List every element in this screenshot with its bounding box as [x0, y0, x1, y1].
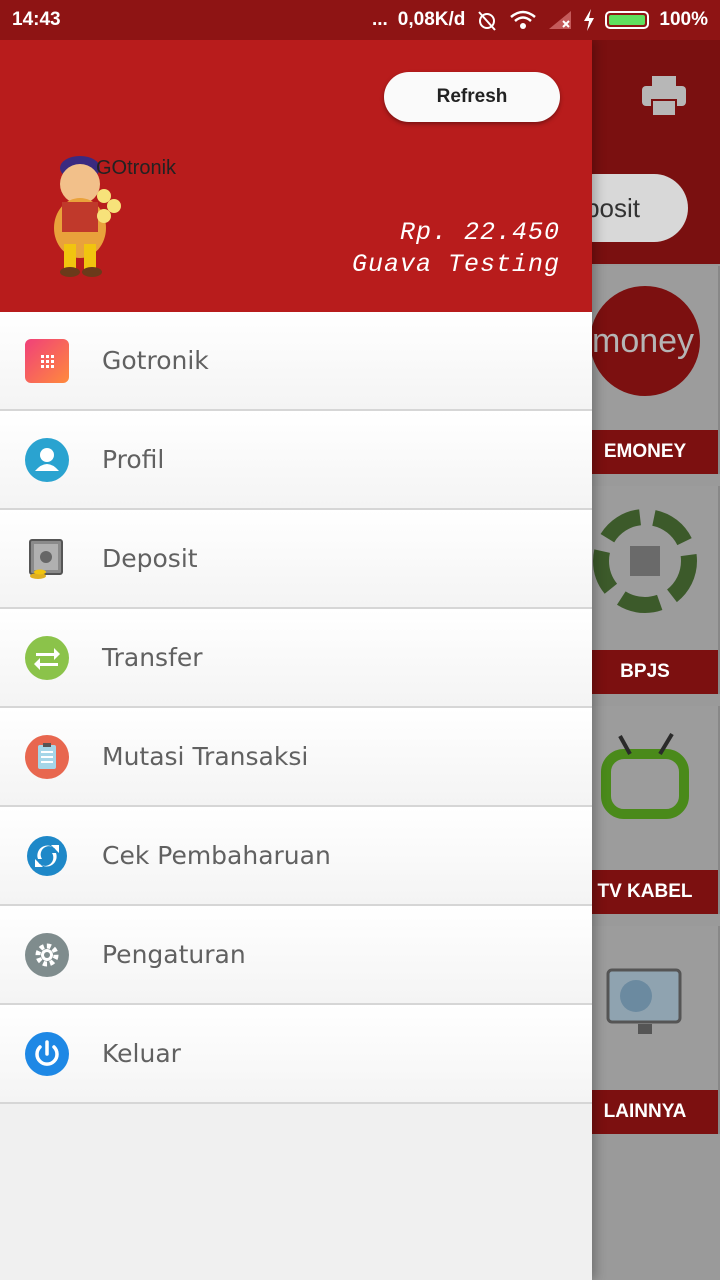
tv-kabel-card-label: TV KABEL	[572, 870, 718, 914]
menu-item-profil[interactable]: Profil	[0, 411, 592, 510]
menu-label: Deposit	[102, 544, 198, 573]
status-icons: ... 0,08K/d 100%	[372, 8, 708, 32]
status-bar: 14:43 ... 0,08K/d 100%	[0, 0, 720, 40]
menu-label: Mutasi Transaksi	[102, 742, 309, 771]
menu-item-keluar[interactable]: Keluar	[0, 1005, 592, 1104]
menu-item-pengaturan[interactable]: Pengaturan	[0, 906, 592, 1005]
lainnya-card[interactable]: LAINNYA	[572, 926, 720, 1134]
refresh-button[interactable]: Refresh	[384, 72, 560, 122]
status-time: 14:43	[12, 9, 61, 30]
epay-icon	[606, 968, 682, 1034]
drawer-header: Refresh GOtronik Rp. 22.450 Guava Testin…	[0, 40, 592, 312]
user-icon	[25, 437, 69, 482]
menu-label: Profil	[102, 445, 165, 474]
transfer-icon	[25, 635, 69, 680]
tv-kabel-card[interactable]: TV KABEL	[572, 706, 720, 914]
emoney-card[interactable]: money EMONEY	[572, 266, 720, 474]
charging-icon	[584, 9, 595, 31]
emoney-logo: money	[590, 286, 700, 396]
grid-icon	[25, 338, 69, 383]
menu-item-deposit[interactable]: Deposit	[0, 510, 592, 609]
menu-label: Gotronik	[102, 346, 209, 375]
signal-icon	[549, 11, 572, 29]
menu-label: Cek Pembaharuan	[102, 841, 331, 870]
menu-label: Transfer	[102, 643, 203, 672]
menu-label: Keluar	[102, 1039, 181, 1068]
wifi-icon	[510, 10, 537, 29]
drawer-menu: Gotronik Profil Deposit Transfer Mutasi …	[0, 312, 592, 1104]
navigation-drawer: Refresh GOtronik Rp. 22.450 Guava Testin…	[0, 40, 592, 1280]
menu-item-mutasi-transaksi[interactable]: Mutasi Transaksi	[0, 708, 592, 807]
balance-amount: Rp. 22.450	[399, 218, 560, 247]
menu-label: Pengaturan	[102, 940, 246, 969]
menu-item-transfer[interactable]: Transfer	[0, 609, 592, 708]
lainnya-card-label: LAINNYA	[572, 1090, 718, 1134]
gotronik-logo: GOtronik	[54, 156, 177, 277]
battery-icon	[605, 11, 650, 29]
refresh-icon	[27, 835, 67, 876]
emoney-logo-text: money	[592, 322, 694, 360]
safe-icon	[29, 538, 63, 579]
battery-percent: 100%	[659, 9, 708, 30]
user-name: Guava Testing	[351, 250, 560, 279]
menu-item-cek-pembaharuan[interactable]: Cek Pembaharuan	[0, 807, 592, 906]
menu-item-gotronik[interactable]: Gotronik	[0, 312, 592, 411]
network-speed: 0,08K/d	[397, 9, 466, 30]
gear-icon	[25, 932, 69, 977]
more-dots-icon: ...	[371, 9, 388, 30]
clipboard-icon	[25, 734, 69, 779]
power-icon	[25, 1031, 69, 1076]
bpjs-card[interactable]: BPJS	[572, 486, 720, 694]
tv-icon	[601, 732, 689, 819]
print-icon[interactable]	[640, 72, 688, 120]
logo-text: GOtronik	[96, 157, 177, 179]
bpjs-logo	[593, 509, 697, 613]
alarm-off-icon	[478, 11, 497, 31]
bpjs-card-label: BPJS	[572, 650, 718, 694]
emoney-card-label: EMONEY	[572, 430, 718, 474]
